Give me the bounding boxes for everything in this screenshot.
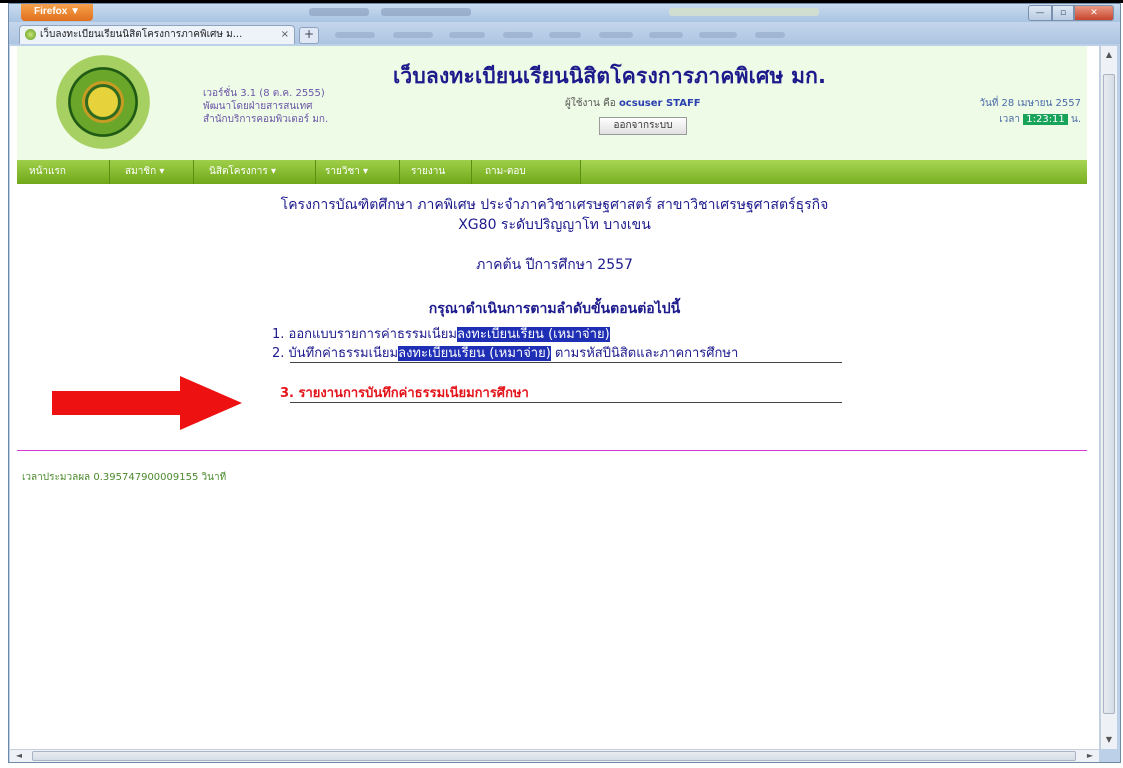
scroll-right-icon[interactable]: ► [1083, 750, 1097, 762]
window-controls: — ▫ ✕ [1028, 5, 1114, 21]
user-info: ผู้ใช้งาน คือ ocsuser STAFF [565, 96, 701, 111]
nav-separator [109, 160, 110, 184]
window-title-blur [669, 8, 819, 16]
bookmark-blur [335, 32, 375, 38]
horizontal-scroll-thumb[interactable] [32, 751, 1076, 761]
nav-members[interactable]: สมาชิก ▾ [125, 160, 164, 184]
bookmark-blur [549, 32, 581, 38]
tab-title: เว็บลงทะเบียนเรียนนิสิตโครงการภาคพิเศษ ม… [40, 29, 243, 40]
program-line-2: XG80 ระดับปริญญาโท บางเขน [458, 217, 651, 233]
version-line: พัฒนาโดยฝ่ายสารสนเทศ [203, 101, 313, 112]
version-line: เวอร์ชั่น 3.1 (8 ต.ค. 2555) [203, 88, 325, 99]
red-arrow-icon [52, 376, 242, 430]
bookmark-blur [599, 32, 633, 38]
step-2-suffix: ตามรหัสปีนิสิตและภาคการศึกษา [550, 346, 739, 361]
tab-close-icon[interactable]: × [281, 26, 289, 43]
bookmark-blur [755, 32, 785, 38]
nav-spacer [580, 160, 1087, 184]
bookmark-blur [393, 32, 433, 38]
program-line-1: โครงการบัณฑิตศึกษา ภาคพิเศษ ประจำภาควิชา… [280, 197, 829, 213]
bookmark-blur [699, 32, 737, 38]
new-tab-button[interactable]: + [299, 27, 319, 44]
logout-button[interactable]: ออกจากระบบ [599, 117, 687, 135]
window-title-blur [309, 8, 369, 16]
site-title: เว็บลงทะเบียนเรียนนิสิตโครงการภาคพิเศษ ม… [393, 64, 827, 88]
scroll-down-icon[interactable]: ▼ [1101, 733, 1117, 747]
scroll-left-icon[interactable]: ◄ [12, 750, 26, 762]
arrow-shape [52, 376, 242, 430]
nav-separator [399, 160, 400, 184]
nav-reports[interactable]: รายงาน [411, 160, 445, 184]
title-bar: Firefox ▼ — ▫ ✕ [9, 4, 1120, 22]
step-1-prefix: 1. ออกแบบรายการค่าธรรมเนียม [272, 327, 457, 342]
time-row: เวลา 1:23:11 น. [979, 112, 1081, 128]
nav-faq[interactable]: ถาม-ตอบ [485, 160, 526, 184]
window-title-blur [381, 8, 471, 16]
clock-value: 1:23:11 [1023, 114, 1068, 125]
user-label: ผู้ใช้งาน คือ [565, 98, 616, 109]
nav-students[interactable]: นิสิตโครงการ ▾ [209, 160, 276, 184]
step-1-highlight: ลงทะเบียนเรียน (เหมาจ่าย) [456, 327, 610, 342]
close-button[interactable]: ✕ [1074, 5, 1114, 21]
elapsed-time: เวลาประมวลผล 0.395747900009155 วินาที [22, 472, 227, 483]
favicon-icon [25, 29, 36, 40]
bookmark-blur [649, 32, 683, 38]
scroll-up-icon[interactable]: ▲ [1101, 48, 1117, 62]
nav-separator [193, 160, 194, 184]
version-line: สำนักบริการคอมพิวเตอร์ มก. [203, 114, 329, 125]
step-1-link[interactable]: 1. ออกแบบรายการค่าธรรมเนียมลงทะเบียนเรีย… [272, 323, 610, 344]
date-text: วันที่ 28 เมษายน 2557 [979, 98, 1081, 109]
vertical-scroll-thumb[interactable] [1103, 74, 1115, 714]
time-suffix: น. [1070, 114, 1081, 125]
nav-courses[interactable]: รายวิชา ▾ [325, 160, 368, 184]
step-2-highlight: ลงทะเบียนเรียน (เหมาจ่าย) [398, 346, 551, 361]
user-name: ocsuser STAFF [618, 98, 701, 109]
logo-emblem [82, 81, 124, 123]
step-3-link[interactable]: 3. รายงานการบันทึกค่าธรรมเนียมการศึกษา [280, 382, 529, 403]
firefox-menu-button[interactable]: Firefox ▼ [21, 4, 93, 21]
step-2-link[interactable]: 2. บันทึกค่าธรรมเนียมลงทะเบียนเรียน (เหม… [272, 342, 738, 363]
site-header: เว็บลงทะเบียนเรียนนิสิตโครงการภาคพิเศษ ม… [17, 46, 1087, 160]
main-nav: หน้าแรก สมาชิก ▾ นิสิตโครงการ ▾ รายวิชา … [17, 160, 1087, 184]
minimize-button[interactable]: — [1028, 5, 1052, 21]
nav-separator [315, 160, 316, 184]
university-logo [56, 55, 150, 149]
semester-text: ภาคต้น ปีการศึกษา 2557 [476, 257, 633, 273]
page-content: เว็บลงทะเบียนเรียนนิสิตโครงการภาคพิเศษ ม… [10, 46, 1099, 749]
nav-separator [471, 160, 472, 184]
footer-divider [17, 450, 1087, 451]
step-2-prefix: 2. บันทึกค่าธรรมเนียม [272, 346, 399, 361]
step-divider [290, 362, 842, 363]
vertical-scrollbar[interactable]: ▲ ▼ [1100, 46, 1117, 749]
browser-tab[interactable]: เว็บลงทะเบียนเรียนนิสิตโครงการภาคพิเศษ ม… [19, 25, 295, 44]
nav-home[interactable]: หน้าแรก [29, 160, 66, 184]
bookmark-blur [449, 32, 485, 38]
step-divider [290, 402, 842, 403]
date-time: วันที่ 28 เมษายน 2557 เวลา 1:23:11 น. [979, 96, 1081, 128]
version-info: เวอร์ชั่น 3.1 (8 ต.ค. 2555) พัฒนาโดยฝ่าย… [203, 87, 328, 126]
horizontal-scrollbar[interactable]: ◄ ► [10, 749, 1099, 762]
time-label: เวลา [999, 114, 1021, 125]
tab-bar: เว็บลงทะเบียนเรียนนิสิตโครงการภาคพิเศษ ม… [9, 22, 1120, 44]
maximize-button[interactable]: ▫ [1052, 5, 1074, 21]
instruction-heading: กรุณาดำเนินการตามลำดับขั้นตอนต่อไปนี้ [428, 301, 681, 317]
bookmark-blur [503, 32, 533, 38]
